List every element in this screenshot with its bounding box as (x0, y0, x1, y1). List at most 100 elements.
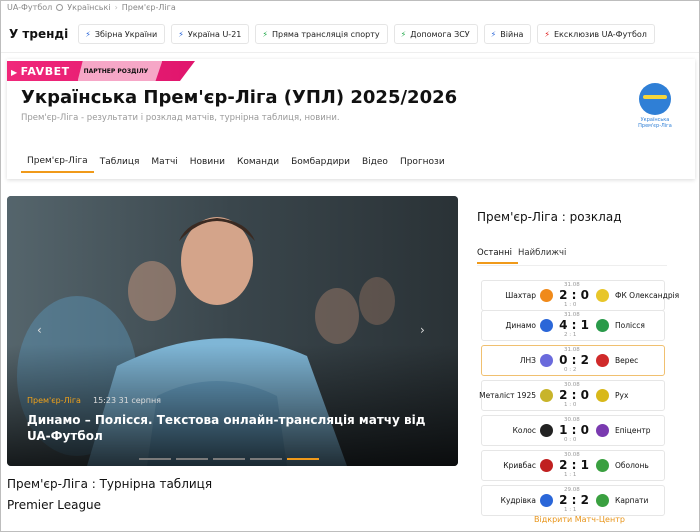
sponsor-banner[interactable]: ▶ FAVBET ПАРТНЕР РОЗДІЛУ (7, 61, 195, 81)
home-team: ЛНЗ (519, 356, 536, 365)
away-team: Карпати (615, 496, 649, 505)
carousel-dot[interactable] (250, 458, 282, 460)
table-section-title: Прем'єр-Ліга : Турнірна таблиця (7, 477, 213, 491)
trend-chip-label: Ексклюзив UA-Футбол (553, 29, 647, 39)
breadcrumb-item[interactable]: Українські (67, 3, 110, 12)
bolt-icon: ⚡ (85, 29, 91, 39)
away-team: Рух (615, 391, 629, 400)
bolt-icon: ⚡ (178, 29, 184, 39)
match-score: 0 : 2 (559, 353, 589, 367)
match-row[interactable]: Металіст 1925 30.08 2 : 01 : 0 Рух (479, 380, 665, 411)
home-team: Шахтар (505, 291, 536, 300)
divider (477, 265, 667, 266)
league-header: ▶ FAVBET ПАРТНЕР РОЗДІЛУ Українська Прем'… (7, 59, 695, 179)
home-crest-icon (540, 459, 553, 472)
sponsor-partner-label: ПАРТНЕР РОЗДІЛУ (77, 61, 163, 81)
favbet-logo: ▶ FAVBET (11, 65, 70, 78)
trend-chip[interactable]: ⚡ Збірна України (78, 24, 166, 44)
bolt-icon: ⚡ (400, 29, 407, 39)
match-row[interactable]: Шахтар 31.08 2 : 01 : 0 ФК Олександрія (481, 280, 679, 311)
upl-ball-icon (639, 83, 671, 115)
match-row[interactable]: Кудрівка 29.08 2 : 21 : 1 Карпати (481, 485, 665, 516)
home-team: Кривбас (503, 461, 536, 470)
half-time-score: 0 : 0 (564, 437, 577, 443)
home-team: Кудрівка (500, 496, 536, 505)
hero-headline[interactable]: Динамо – Полісся. Текстова онлайн-трансл… (27, 412, 427, 444)
trends-bar: У тренді ⚡ Збірна України ⚡ Україна U-21 ⚡… (1, 21, 699, 47)
home-crest-icon (540, 494, 553, 507)
trend-chip-label: Пряма трансляція спорту (272, 29, 380, 39)
away-team: Верес (615, 356, 639, 365)
breadcrumb-item[interactable]: Прем'єр-Ліга (122, 3, 176, 12)
tab-video[interactable]: Відео (356, 151, 394, 173)
match-score: 2 : 0 (559, 288, 589, 302)
away-crest-icon (596, 354, 609, 367)
match-score: 1 : 0 (559, 423, 589, 437)
half-time-score: 0 : 2 (564, 367, 577, 373)
match-row[interactable]: Динамо 31.08 4 : 12 : 1 Полісся (481, 310, 665, 341)
tab-table[interactable]: Таблиця (94, 151, 146, 173)
schedule-tabs: Останні Найближчі (477, 248, 572, 264)
trend-chip-label: Допомога ЗСУ (410, 29, 470, 39)
home-team: Динамо (505, 321, 536, 330)
tab-latest[interactable]: Останні (477, 248, 519, 264)
breadcrumb-item[interactable]: UA-Футбол (7, 3, 52, 12)
open-match-center-link[interactable]: Відкрити Матч-Центр (534, 515, 625, 524)
tab-premier-league[interactable]: Прем'єр-Ліга (21, 151, 94, 173)
bolt-icon: ⚡ (490, 29, 497, 39)
away-team: Оболонь (615, 461, 649, 470)
page: UA-Футбол Українські › Прем'єр-Ліга У тр… (0, 0, 700, 532)
page-description: Прем'єр-Ліга - результати і розклад матч… (21, 113, 340, 123)
bolt-icon: ⚡ (262, 29, 268, 39)
chevron-left-icon[interactable]: ‹ (37, 323, 42, 337)
schedule-title: Прем'єр-Ліга : розклад (477, 210, 622, 224)
tab-predictions[interactable]: Прогнози (394, 151, 451, 173)
tab-matches[interactable]: Матчі (145, 151, 183, 173)
globe-icon (56, 4, 64, 11)
away-crest-icon (596, 389, 609, 402)
trend-chip[interactable]: ⚡ Допомога ЗСУ (393, 24, 478, 44)
match-score: 2 : 1 (559, 458, 589, 472)
half-time-score: 1 : 0 (564, 402, 577, 408)
half-time-score: 1 : 1 (564, 472, 577, 478)
match-score: 2 : 0 (559, 388, 589, 402)
home-crest-icon (540, 424, 553, 437)
table-league-label: Premier League (7, 498, 102, 512)
home-crest-icon (540, 389, 553, 402)
carousel-dot[interactable] (213, 458, 245, 460)
bolt-icon: ⚡ (544, 29, 550, 39)
match-row[interactable]: Кривбас 30.08 2 : 11 : 1 Оболонь (481, 450, 665, 481)
trend-chip[interactable]: ⚡ Ексклюзив UA-Футбол (537, 24, 655, 44)
home-team: Металіст 1925 (479, 391, 536, 400)
away-crest-icon (596, 459, 609, 472)
hero-carousel[interactable]: ‹ › Прем'єр-Ліга 15:23 31 серпня Динамо … (7, 196, 458, 466)
divider (1, 52, 699, 53)
carousel-dot[interactable] (176, 458, 208, 460)
match-score: 2 : 2 (559, 493, 589, 507)
tab-upcoming[interactable]: Найближчі (518, 248, 572, 264)
away-team: ФК Олександрія (615, 291, 680, 300)
home-team: Колос (512, 426, 536, 435)
hero-time: 15:23 31 серпня (93, 396, 161, 405)
upl-logo: Українська Прем'єр-Ліга (635, 83, 675, 129)
chevron-right-icon[interactable]: › (420, 323, 425, 337)
trends-title: У тренді (9, 27, 69, 41)
trend-chip[interactable]: ⚡ Пряма трансляція спорту (255, 24, 388, 44)
trend-chip[interactable]: ⚡ Україна U-21 (171, 24, 250, 44)
match-row[interactable]: ЛНЗ 31.08 0 : 20 : 2 Верес (481, 345, 665, 376)
chevron-right-icon: › (114, 3, 118, 12)
away-team: Полісся (615, 321, 645, 330)
hero-category[interactable]: Прем'єр-Ліга (27, 396, 81, 405)
trend-chip-label: Україна U-21 (187, 29, 242, 39)
league-tabs: Прем'єр-Ліга Таблиця Матчі Новини Команд… (21, 151, 451, 173)
away-crest-icon (596, 319, 609, 332)
carousel-dot[interactable] (139, 458, 171, 460)
tab-news[interactable]: Новини (184, 151, 231, 173)
match-row[interactable]: Колос 30.08 1 : 00 : 0 Епіцентр (481, 415, 665, 446)
carousel-dot-active[interactable] (287, 458, 319, 460)
tab-scorers[interactable]: Бомбардири (285, 151, 356, 173)
carousel-dots (139, 458, 319, 460)
trend-chip[interactable]: ⚡ Війна (483, 24, 532, 44)
sponsor-logo-text: FAVBET (20, 64, 70, 78)
tab-teams[interactable]: Команди (231, 151, 285, 173)
